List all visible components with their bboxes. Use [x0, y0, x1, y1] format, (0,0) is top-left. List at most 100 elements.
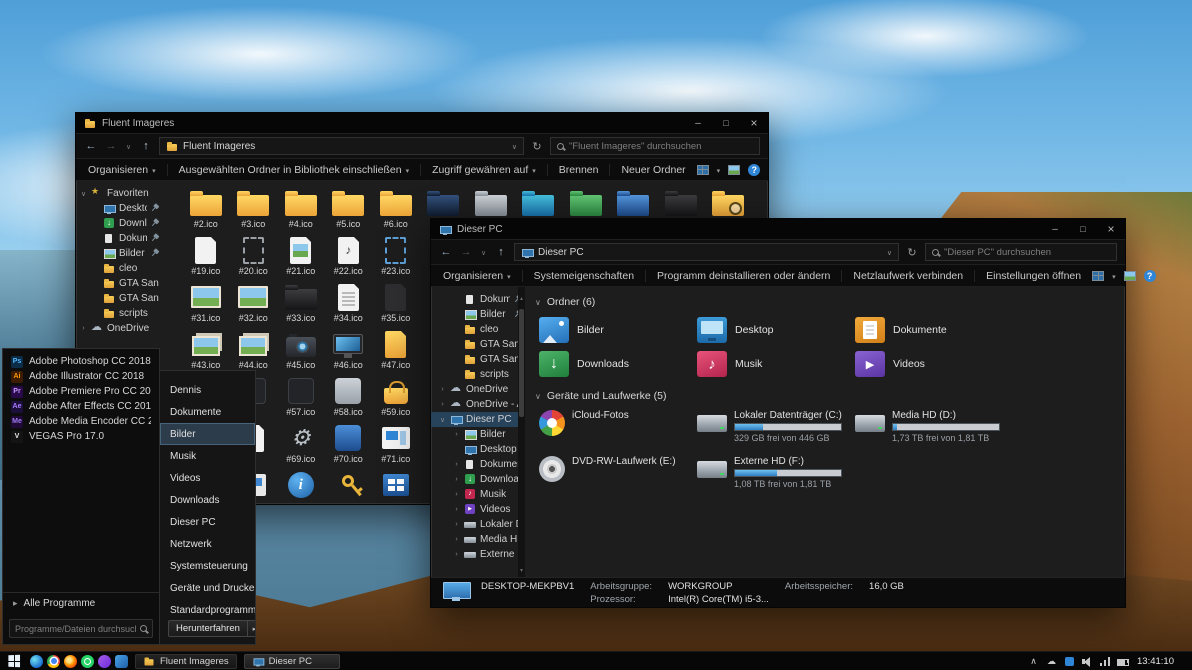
- nav-item[interactable]: scripts: [431, 367, 525, 382]
- nav-item[interactable]: Downloads: [76, 216, 162, 231]
- nav-item[interactable]: ∨ Dieser PC: [431, 412, 525, 427]
- folder-tile[interactable]: Dokumente: [851, 313, 1009, 347]
- forward-button[interactable]: [459, 246, 473, 258]
- nav-item[interactable]: cleo: [76, 261, 162, 276]
- back-button[interactable]: [84, 140, 98, 152]
- file-item[interactable]: #2.ico: [182, 187, 230, 234]
- start-menu-item[interactable]: Videos: [160, 467, 255, 489]
- onedrive-icon[interactable]: ☁: [1045, 655, 1058, 668]
- file-item[interactable]: #71.ico: [372, 422, 420, 469]
- preview-pane-icon[interactable]: [1124, 271, 1136, 281]
- expand-chevron-icon[interactable]: ›: [453, 521, 460, 528]
- sidebar-scrollbar[interactable]: [518, 287, 525, 577]
- change-view-icon[interactable]: [1092, 271, 1104, 281]
- minimize-button[interactable]: [1041, 219, 1069, 239]
- address-bar[interactable]: Dieser PC: [514, 243, 899, 261]
- expand-chevron-icon[interactable]: ›: [453, 476, 460, 483]
- file-item[interactable]: #34.ico: [325, 281, 373, 328]
- up-button[interactable]: [494, 246, 508, 258]
- mail-app-icon[interactable]: [115, 655, 128, 668]
- file-item[interactable]: #6.ico: [372, 187, 420, 234]
- maximize-button[interactable]: [1069, 219, 1097, 239]
- volume-icon[interactable]: [1081, 655, 1094, 668]
- drives-section-header[interactable]: Geräte und Laufwerke (5): [533, 387, 1119, 405]
- drive-tile[interactable]: Externe HD (F:) 1,08 TB frei von 1,81 TB: [693, 453, 851, 499]
- nav-item[interactable]: GTA San Andreas: [431, 337, 525, 352]
- nav-item[interactable]: › Dokumente: [431, 457, 525, 472]
- start-menu-item[interactable]: Dokumente: [160, 401, 255, 423]
- start-menu-item[interactable]: Dieser PC: [160, 511, 255, 533]
- expand-chevron-icon[interactable]: ›: [453, 551, 460, 558]
- toolbar-button[interactable]: Programm deinstallieren oder ändern: [645, 270, 841, 282]
- search-input[interactable]: [569, 141, 753, 152]
- nav-item[interactable]: › Bilder: [431, 427, 525, 442]
- nav-item[interactable]: GTA San Andreas: [76, 276, 162, 291]
- back-button[interactable]: [439, 246, 453, 258]
- file-item[interactable]: [372, 469, 420, 504]
- close-button[interactable]: [740, 113, 768, 133]
- folder-tile[interactable]: Desktop: [693, 313, 851, 347]
- file-item[interactable]: #20.ico: [230, 234, 278, 281]
- drive-tile[interactable]: Media HD (D:) 1,73 TB frei von 1,81 TB: [851, 407, 1009, 453]
- recent-locations-button[interactable]: [124, 140, 133, 152]
- start-menu-item[interactable]: Musik: [160, 445, 255, 467]
- nav-item[interactable]: Bilder: [76, 246, 162, 261]
- start-search-box[interactable]: [9, 619, 153, 638]
- file-item[interactable]: #46.ico: [325, 328, 373, 375]
- nav-item[interactable]: › Lokaler Datenträ...: [431, 517, 525, 532]
- drive-tile[interactable]: DVD-RW-Laufwerk (E:): [535, 453, 693, 499]
- file-item[interactable]: #21.ico: [277, 234, 325, 281]
- search-box[interactable]: [550, 137, 760, 155]
- collapse-chevron-icon[interactable]: [535, 390, 541, 402]
- file-item[interactable]: #3.ico: [230, 187, 278, 234]
- folders-section-header[interactable]: Ordner (6): [533, 293, 1119, 311]
- expand-chevron-icon[interactable]: ›: [453, 491, 460, 498]
- file-item[interactable]: #58.ico: [325, 375, 373, 422]
- folder-tile[interactable]: Videos: [851, 347, 1009, 381]
- firefox-icon[interactable]: [64, 655, 77, 668]
- toolbar-button[interactable]: Organisieren: [86, 164, 167, 176]
- folder-tile[interactable]: Bilder: [535, 313, 693, 347]
- nav-item[interactable]: › Videos: [431, 502, 525, 517]
- file-item[interactable]: #35.ico: [372, 281, 420, 328]
- app-tray-icon[interactable]: [1063, 655, 1076, 668]
- file-item[interactable]: #5.ico: [325, 187, 373, 234]
- taskbar-button-dieser-pc[interactable]: Dieser PC: [244, 654, 340, 669]
- nav-item[interactable]: Bilder: [431, 307, 525, 322]
- nav-item[interactable]: GTA San Andreas: [76, 291, 162, 306]
- file-item[interactable]: [325, 469, 373, 504]
- file-item[interactable]: #59.ico: [372, 375, 420, 422]
- change-view-caret-icon[interactable]: [1112, 270, 1116, 282]
- shutdown-options-arrow-icon[interactable]: [248, 620, 256, 637]
- nav-item[interactable]: › OneDrive - Asian...: [431, 397, 525, 412]
- toolbar-button[interactable]: Neuer Ordner: [609, 164, 696, 176]
- start-menu-item[interactable]: Geräte und Drucker: [160, 577, 255, 599]
- scroll-up-icon[interactable]: [520, 287, 523, 305]
- file-item[interactable]: #70.ico: [325, 422, 373, 469]
- file-item[interactable]: #32.ico: [230, 281, 278, 328]
- file-item[interactable]: #57.ico: [277, 375, 325, 422]
- scroll-down-icon[interactable]: [520, 559, 523, 577]
- scrollbar-thumb[interactable]: [519, 309, 524, 417]
- file-item[interactable]: #4.ico: [277, 187, 325, 234]
- nav-item[interactable]: › Media HD (D:): [431, 532, 525, 547]
- titlebar[interactable]: Fluent Imageres: [76, 113, 768, 133]
- file-item[interactable]: #47.ico: [372, 328, 420, 375]
- up-button[interactable]: [139, 140, 153, 152]
- expand-chevron-icon[interactable]: ∨: [80, 190, 87, 198]
- start-menu-program[interactable]: Ai Adobe Illustrator CC 2018: [3, 369, 159, 384]
- preview-pane-icon[interactable]: [728, 165, 740, 175]
- drive-tile[interactable]: iCloud-Fotos: [535, 407, 693, 453]
- file-item[interactable]: #22.ico: [325, 234, 373, 281]
- all-programs-button[interactable]: Alle Programme: [3, 592, 159, 614]
- start-menu-program[interactable]: Ps Adobe Photoshop CC 2018: [3, 354, 159, 369]
- expand-chevron-icon[interactable]: ›: [453, 506, 460, 513]
- nav-item[interactable]: › OneDrive: [431, 382, 525, 397]
- toolbar-button[interactable]: Ausgewählten Ordner in Bibliothek einsch…: [167, 164, 420, 176]
- nav-item[interactable]: Dokumente: [431, 292, 525, 307]
- chat-app-icon[interactable]: [98, 655, 111, 668]
- collapse-chevron-icon[interactable]: [535, 296, 541, 308]
- nav-item[interactable]: scripts: [76, 306, 162, 321]
- address-dropdown-icon[interactable]: [887, 247, 892, 258]
- file-item[interactable]: #45.ico: [277, 328, 325, 375]
